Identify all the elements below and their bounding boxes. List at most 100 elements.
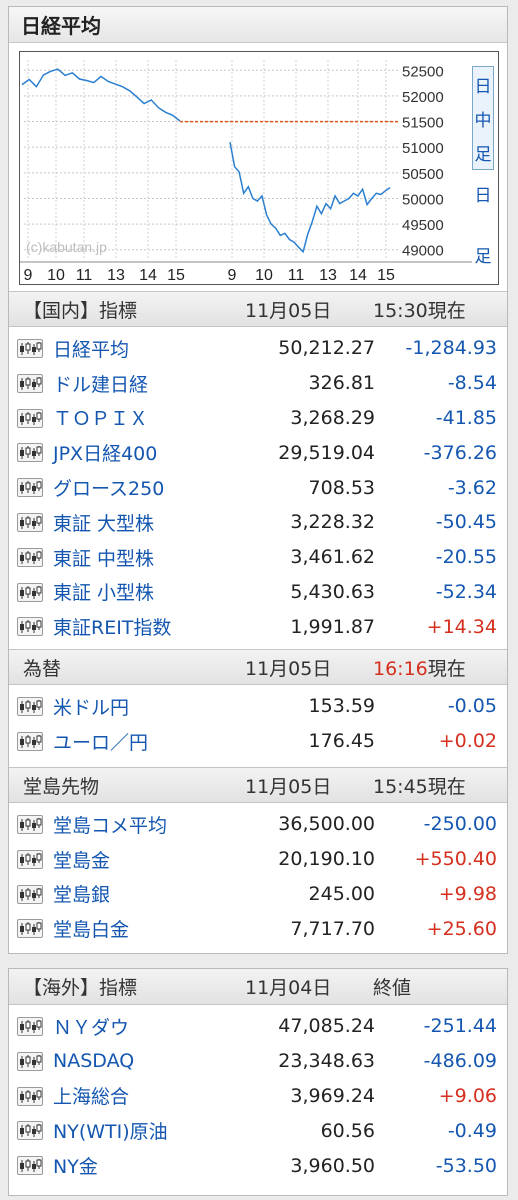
index-value: 1,991.87	[290, 615, 375, 638]
index-name-link[interactable]: 東証 大型株	[53, 509, 154, 536]
index-change: -1,284.93	[405, 337, 497, 360]
table-row[interactable]: 日経平均 50,212.27 -1,284.93	[9, 331, 507, 366]
x-tick-label: 10	[255, 267, 273, 284]
dojima-header: 堂島先物 11月05日 15:45現在	[9, 767, 507, 803]
candlestick-chart-icon[interactable]	[17, 1051, 43, 1071]
section-time-updated: 16:16	[373, 657, 428, 680]
tab-char: 中	[474, 110, 492, 131]
candlestick-chart-icon[interactable]	[17, 1121, 43, 1141]
table-row[interactable]: 堂島コメ平均 36,500.00 -250.00	[9, 807, 507, 842]
index-name-link[interactable]: NASDAQ	[53, 1050, 134, 1072]
candlestick-chart-icon[interactable]	[17, 731, 43, 751]
section-name: 【海外】指標	[23, 977, 138, 999]
index-value: 5,430.63	[290, 580, 375, 603]
candlestick-chart-icon[interactable]	[17, 547, 43, 567]
table-row[interactable]: ＴＯＰＩＸ 3,268.29 -41.85	[9, 401, 507, 436]
candlestick-chart-icon[interactable]	[17, 443, 43, 463]
index-value: 3,969.24	[290, 1084, 375, 1107]
overseas-header: 【海外】指標 11月04日 終値	[9, 969, 507, 1005]
candlestick-chart-icon[interactable]	[17, 582, 43, 602]
y-tick-label: 51500	[402, 115, 444, 132]
index-name-link[interactable]: 堂島金	[53, 846, 110, 873]
candlestick-chart-icon[interactable]	[17, 373, 43, 393]
table-row[interactable]: 東証REIT指数 1,991.87 +14.34	[9, 609, 507, 644]
series-line-today	[229, 141, 391, 254]
index-change: +550.40	[414, 848, 497, 871]
candlestick-chart-icon[interactable]	[17, 919, 43, 939]
table-row[interactable]: NY(WTI)原油 60.56 -0.49	[9, 1113, 507, 1148]
candlestick-chart-icon[interactable]	[17, 815, 43, 834]
candlestick-chart-icon[interactable]	[17, 339, 43, 358]
index-value: 708.53	[308, 476, 375, 499]
table-row[interactable]: 東証 大型株 3,228.32 -50.45	[9, 505, 507, 540]
candlestick-chart-icon[interactable]	[17, 1017, 43, 1036]
index-name-link[interactable]: ＴＯＰＩＸ	[53, 404, 148, 431]
table-row[interactable]: 堂島銀 245.00 +9.98	[9, 877, 507, 912]
index-name-link[interactable]: ＮＹダウ	[53, 1013, 129, 1040]
table-row[interactable]: NY金 3,960.50 -53.50	[9, 1148, 507, 1183]
table-row[interactable]: 堂島金 20,190.10 +550.40	[9, 842, 507, 877]
index-change: -0.05	[447, 695, 497, 718]
table-row[interactable]: ＮＹダウ 47,085.24 -251.44	[9, 1009, 507, 1044]
index-change: -3.62	[447, 476, 497, 499]
index-change: +0.02	[438, 730, 497, 753]
index-name-link[interactable]: ドル建日経	[53, 370, 148, 397]
x-tick-label: 13	[107, 267, 125, 284]
y-tick-label: 50000	[402, 191, 444, 208]
overseas-rows: ＮＹダウ 47,085.24 -251.44 NASDAQ 23,348.63 -486.…	[9, 1005, 507, 1183]
candlestick-chart-icon[interactable]	[17, 408, 43, 428]
x-tick-label: 14	[139, 267, 157, 284]
table-row[interactable]: 東証 中型株 3,461.62 -20.55	[9, 540, 507, 575]
nikkei-intraday-chart[interactable]: 52500 52000 51500 51000 50500 50000 49500 49000…	[19, 51, 499, 285]
table-row[interactable]: 米ドル円 153.59 -0.05	[9, 689, 507, 724]
index-value: 326.81	[308, 372, 375, 395]
table-row[interactable]: ユーロ／円 176.45 +0.02	[9, 724, 507, 759]
index-value: 153.59	[308, 695, 375, 718]
tab-char: 日	[474, 76, 492, 97]
table-row[interactable]: グロース250 708.53 -3.62	[9, 470, 507, 505]
table-row[interactable]: JPX日経400 29,519.04 -376.26	[9, 435, 507, 470]
chart-watermark: (c)kabutan.jp	[26, 239, 107, 255]
candlestick-chart-icon[interactable]	[17, 617, 43, 637]
candlestick-chart-icon[interactable]	[17, 884, 43, 904]
index-name-link[interactable]: 米ドル円	[53, 693, 129, 720]
chart-tab-daily[interactable]: 日 足	[472, 172, 494, 276]
table-row[interactable]: 上海総合 3,969.24 +9.06	[9, 1079, 507, 1114]
section-time: 15:45現在	[373, 775, 466, 798]
panel-title: 日経平均	[9, 7, 507, 43]
index-name-link[interactable]: 堂島白金	[53, 915, 129, 942]
index-change: -486.09	[423, 1050, 497, 1073]
candlestick-chart-icon[interactable]	[17, 1086, 43, 1106]
candlestick-chart-icon[interactable]	[17, 849, 43, 869]
tab-char: 足	[474, 247, 492, 267]
index-change: +25.60	[426, 917, 497, 940]
index-name-link[interactable]: JPX日経400	[53, 439, 157, 466]
index-name-link[interactable]: NY金	[53, 1152, 98, 1179]
candlestick-chart-icon[interactable]	[17, 1156, 43, 1176]
index-change: -376.26	[423, 441, 497, 464]
candlestick-chart-icon[interactable]	[17, 478, 43, 498]
section-date: 11月05日	[245, 657, 332, 680]
index-name-link[interactable]: 堂島コメ平均	[53, 811, 167, 838]
table-row[interactable]: 東証 小型株 5,430.63 -52.34	[9, 575, 507, 610]
chart-svg: 52500 52000 51500 51000 50500 50000 49500 49000…	[20, 60, 472, 284]
candlestick-chart-icon[interactable]	[17, 512, 43, 532]
index-name-link[interactable]: グロース250	[53, 474, 164, 501]
tab-char: 足	[474, 144, 492, 165]
section-time: 15:30現在	[373, 299, 466, 322]
table-row[interactable]: ドル建日経 326.81 -8.54	[9, 366, 507, 401]
index-name-link[interactable]: 日経平均	[53, 335, 129, 362]
index-name-link[interactable]: 上海総合	[53, 1082, 129, 1109]
index-name-link[interactable]: ユーロ／円	[53, 728, 148, 755]
index-name-link[interactable]: 東証 小型株	[53, 578, 154, 605]
candlestick-chart-icon[interactable]	[17, 697, 43, 716]
index-name-link[interactable]: NY(WTI)原油	[53, 1117, 168, 1144]
index-name-link[interactable]: 東証 中型株	[53, 544, 154, 571]
table-row[interactable]: NASDAQ 23,348.63 -486.09	[9, 1044, 507, 1079]
chart-tab-intraday[interactable]: 日 中 足	[472, 66, 494, 170]
table-row[interactable]: 堂島白金 7,717.70 +25.60	[9, 911, 507, 946]
index-name-link[interactable]: 堂島銀	[53, 880, 110, 907]
index-name-link[interactable]: 東証REIT指数	[53, 613, 171, 640]
y-tick-label: 52500	[402, 63, 444, 80]
dojima-section: 堂島先物 11月05日 15:45現在 堂島コメ平均 36,500.00 -250.…	[9, 767, 507, 946]
